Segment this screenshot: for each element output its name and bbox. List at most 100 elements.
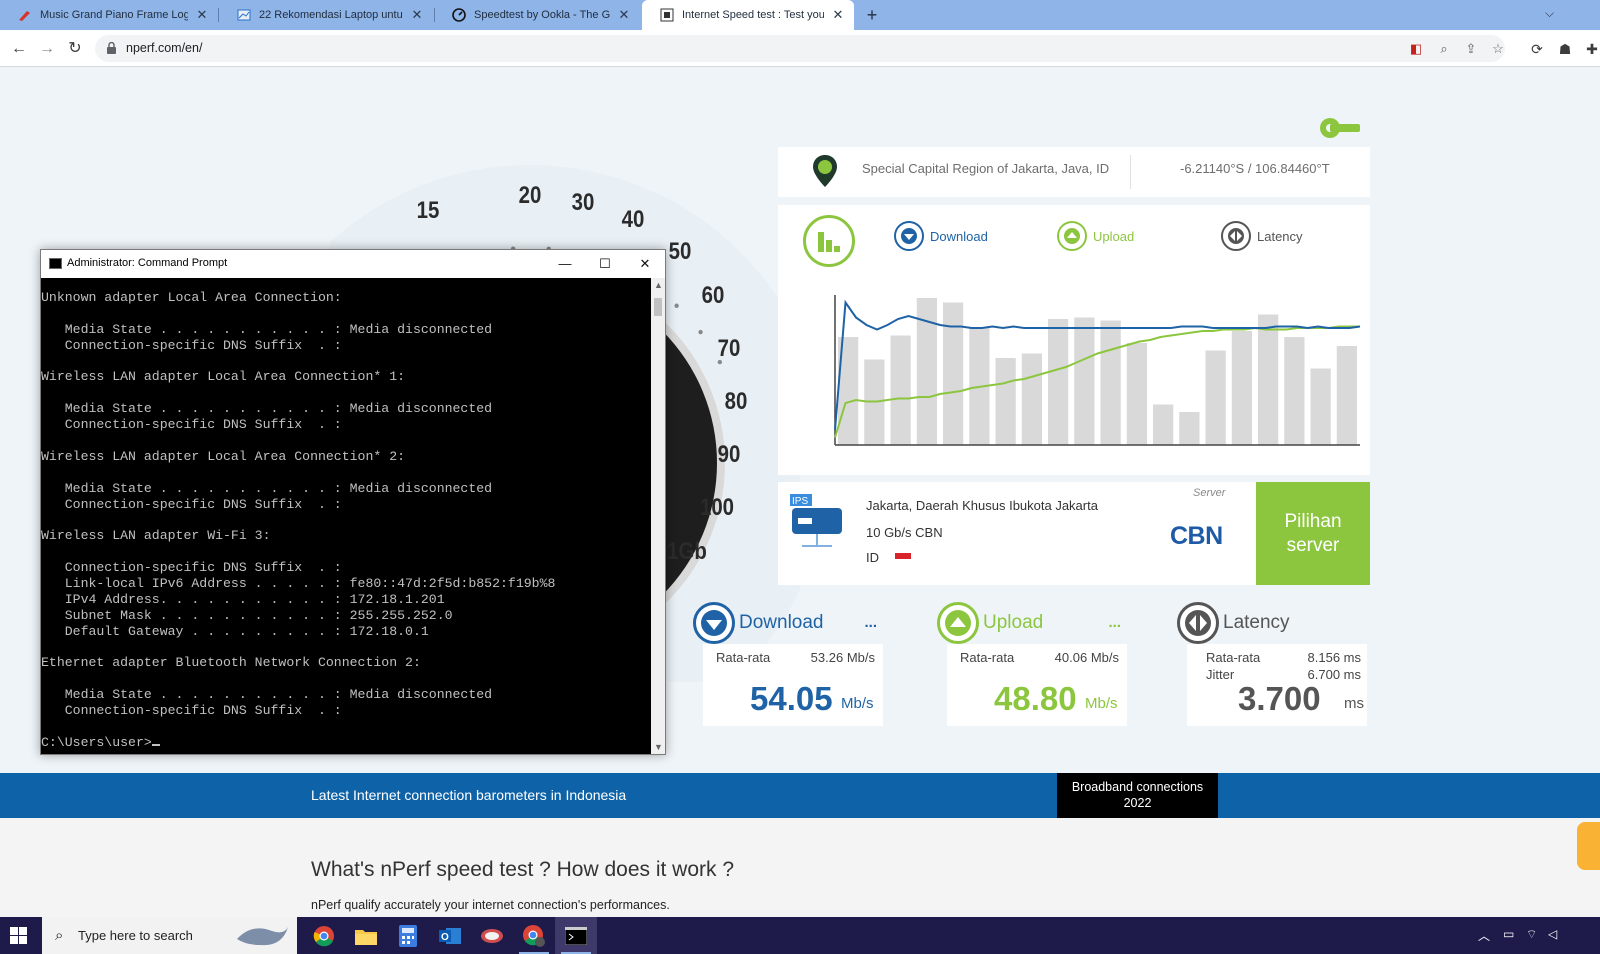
chrome-icon[interactable] [303,917,345,954]
browser-toolbar: ← → ↻ nperf.com/en/ ◧ ⌕ ⇪ ☆ ⟳ ☗ ✚ [0,30,1600,67]
chrome-profile-icon[interactable] [513,917,555,954]
close-icon[interactable]: ✕ [409,7,425,23]
close-icon[interactable]: ✕ [194,7,210,23]
console-line: Unknown adapter Local Area Connection: [41,290,342,305]
volume-icon[interactable]: ◁ [1548,927,1557,941]
minimize-icon[interactable]: — [545,250,585,278]
barometer-link[interactable]: Latest Internet connection barometers in… [311,787,626,803]
console-line: Connection-specific DNS Suffix . : [41,417,342,433]
windows-start-icon[interactable] [10,927,27,944]
scroll-down-icon[interactable]: ▼ [654,742,663,752]
result-box: Rata-rata 8.156 ms Jitter 6.700 ms 3.700… [1187,644,1367,726]
download-line [834,299,1361,431]
gauge-tick: 30 [571,189,595,216]
forward-arrow-icon[interactable]: → [36,38,58,60]
upload-unit: Mb/s [1085,695,1118,712]
latency-bar [1048,319,1069,445]
console-line: Subnet Mask . . . . . . . . . . . : 255.… [41,607,453,623]
download-arrow-icon [693,602,735,644]
latency-bar [1179,412,1200,445]
jitter-label: Jitter [1206,667,1235,682]
chart-toggle-button[interactable] [803,215,855,267]
close-icon[interactable]: ✕ [616,7,632,23]
server-city: Jakarta, Daerah Khusus Ibukota Jakarta [866,498,1098,513]
sync-icon[interactable]: ⟳ [1528,40,1546,58]
legend-label: Latency [1257,228,1303,244]
console-line: Media State . . . . . . . . . . . : Medi… [41,480,493,496]
close-icon[interactable]: ✕ [625,250,665,278]
maximize-icon[interactable]: ☐ [585,250,625,278]
console-line: Media State . . . . . . . . . . . : Medi… [41,687,493,703]
latency-bar [1284,337,1305,445]
lock-icon [107,42,116,54]
section-subtitle: nPerf qualify accurately your internet c… [311,898,670,912]
legend-upload[interactable]: Upload [1057,221,1134,251]
choose-server-button[interactable]: Pilihan server [1256,482,1370,585]
puzzle-icon[interactable]: ✚ [1583,40,1600,58]
window-title: Administrator: Command Prompt [67,257,228,269]
terminal-icon[interactable] [555,917,597,954]
tab-label: Internet Speed test : Test your br [682,9,824,21]
new-tab-button[interactable]: + [862,5,882,25]
extension-robot-icon[interactable]: ☗ [1556,40,1574,58]
scrollbar-thumb[interactable] [654,298,662,316]
share-icon[interactable]: ⇪ [1462,40,1480,58]
wrench-icon[interactable] [1318,115,1364,141]
wifi-icon[interactable]: ⌔ [1526,927,1537,942]
broadband-badge[interactable]: Broadband connections 2022 [1057,773,1218,818]
latency-bar [943,302,964,445]
svg-text:IPS: IPS [792,496,808,507]
blocked-icon[interactable]: ◧ [1407,40,1425,58]
more-options-icon[interactable]: ... [1108,614,1121,631]
avg-value: 40.06 Mb/s [1054,650,1119,665]
taskbar-search[interactable]: ⌕ Type here to search [42,917,297,954]
command-prompt-window[interactable]: Administrator: Command Prompt — ☐ ✕ Unkn… [40,249,666,755]
choose-server-label: Pilihan server [1284,510,1342,556]
scroll-up-icon[interactable]: ▲ [654,280,663,290]
browser-tab[interactable]: 22 Rekomendasi Laptop untuk D ✕ [219,0,433,30]
zoom-icon[interactable]: ⌕ [1435,40,1453,58]
location-coordinates: -6.21140°S / 106.84460°T [1180,161,1330,176]
snipping-icon[interactable] [471,917,513,954]
back-arrow-icon[interactable]: ← [8,38,30,60]
battery-icon[interactable]: ▭ [1503,927,1514,941]
browser-tab[interactable]: Speedtest by Ookla - The Global ✕ [434,0,640,30]
legend-download[interactable]: Download [894,221,988,251]
indonesia-flag-icon [895,553,911,559]
address-bar[interactable]: nperf.com/en/ ◧ ⌕ ⇪ ☆ [95,35,1505,62]
download-speed: 54.05 [750,680,833,717]
browser-tab[interactable]: Music Grand Piano Frame Logo | ✕ [0,0,218,30]
latency-icon [1221,221,1251,251]
avg-value: 8.156 ms [1307,650,1361,665]
scrollbar[interactable]: ▲ ▼ [651,278,665,754]
star-icon[interactable]: ☆ [1489,40,1507,58]
section-title: What's nPerf speed test ? How does it wo… [311,858,735,881]
chart-icon [237,8,251,22]
console-line: IPv4 Address. . . . . . . . . . . : 172.… [41,591,445,607]
feedback-button[interactable] [1577,822,1600,870]
calculator-icon[interactable] [387,917,429,954]
console-output[interactable]: Unknown adapter Local Area Connection: M… [41,278,651,754]
upload-line [834,325,1360,438]
avg-label: Rata-rata [716,650,771,665]
reload-icon[interactable]: ↻ [64,38,86,60]
console-line: Default Gateway . . . . . . . . . : 172.… [41,623,429,639]
outlook-icon[interactable]: O [429,917,471,954]
window-titlebar[interactable]: Administrator: Command Prompt — ☐ ✕ [41,250,665,278]
chevron-up-icon[interactable]: ︿ [1478,927,1490,944]
close-icon[interactable]: ✕ [830,7,846,23]
more-options-icon[interactable]: ... [864,614,877,631]
latency-unit: ms [1344,695,1364,712]
upload-speed: 48.80 [994,680,1077,717]
chevron-down-icon[interactable]: ⌵ [1545,6,1554,21]
legend-latency[interactable]: Latency [1221,221,1303,251]
console-line: Wireless LAN adapter Local Area Connecti… [41,448,406,464]
file-explorer-icon[interactable] [345,917,387,954]
prompt-text: C:\Users\user> [41,734,152,750]
browser-tab-active[interactable]: Internet Speed test : Test your br ✕ [642,0,854,30]
latency-bar [1336,346,1357,445]
